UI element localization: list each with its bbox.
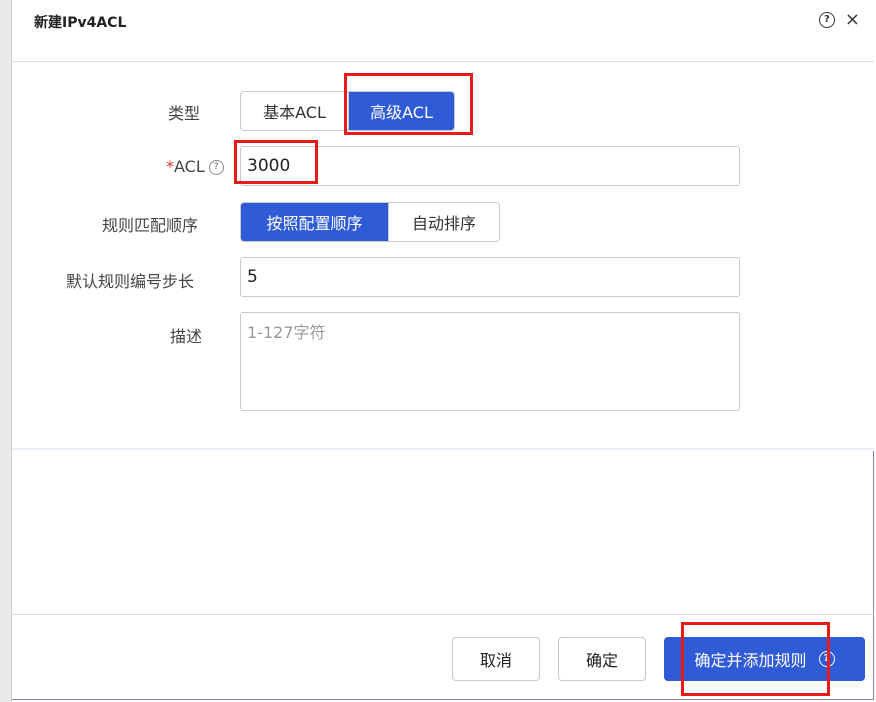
ok-button[interactable]: 确定 [558,637,646,681]
type-option-advanced[interactable]: 高级ACL [348,92,454,130]
type-segmented: 基本ACL 高级ACL [240,91,455,131]
help-icon[interactable]: ? [818,12,835,28]
step-label: 默认规则编号步长 [66,272,195,291]
order-option-auto[interactable]: 自动排序 [388,203,499,241]
ok-and-add-rule-button[interactable]: 确定并添加规则 ? [664,637,865,681]
section-divider [12,448,874,451]
ok-add-help-icon[interactable]: ? [818,651,835,667]
type-label: 类型 [168,104,201,123]
desc-textarea[interactable]: 1-127字符 [240,312,740,411]
desc-label: 描述 [170,327,203,346]
titlebar-icons: ? × [818,11,860,29]
acl-help-icon[interactable]: ? [208,160,224,175]
type-option-basic[interactable]: 基本ACL [241,92,348,130]
footer-divider [12,614,874,615]
dialog-title: 新建IPv4ACL [34,15,127,31]
dialog-titlebar: 新建IPv4ACL ? × [12,0,874,62]
ok-and-add-rule-label: 确定并添加规则 [694,651,807,670]
acl-label-group: *ACL? [166,157,224,176]
step-input[interactable]: 5 [240,257,740,297]
acl-number-input[interactable]: 3000 [240,146,740,186]
close-icon[interactable]: × [845,11,860,29]
order-segmented: 按照配置顺序 自动排序 [240,202,500,242]
required-mark: * [166,157,174,176]
cancel-button[interactable]: 取消 [452,637,540,681]
acl-label: ACL [174,157,205,176]
order-label: 规则匹配顺序 [102,216,199,235]
order-option-config[interactable]: 按照配置顺序 [241,203,388,241]
background-strip [0,0,12,702]
